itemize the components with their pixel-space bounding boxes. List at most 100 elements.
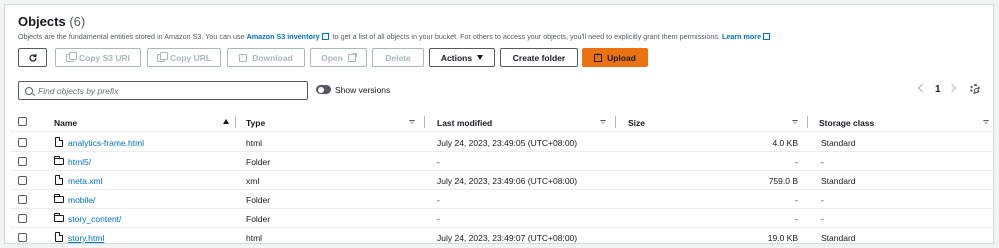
object-name-link[interactable]: meta.xml [68, 176, 102, 186]
object-name-link[interactable]: story_content/ [68, 214, 121, 224]
object-last-modified: - [437, 214, 440, 224]
inventory-link[interactable]: Amazon S3 inventory [247, 32, 320, 41]
copy-url-button[interactable]: Copy URL [147, 48, 221, 67]
object-type: html [246, 138, 263, 148]
object-size: 19.0 KB [767, 233, 798, 243]
copy-s3-uri-button[interactable]: Copy S3 URI [55, 48, 141, 67]
page-title-text: Objects [18, 14, 66, 29]
column-type[interactable]: Type [246, 118, 265, 128]
object-name-link[interactable]: analytics-frame.html [68, 138, 144, 148]
column-size[interactable]: Size [628, 118, 645, 128]
object-name-link[interactable]: story.html [68, 233, 104, 243]
copy-url-label: Copy URL [169, 52, 212, 63]
search-field[interactable] [18, 81, 308, 100]
object-storage-class: - [821, 214, 824, 224]
download-button[interactable]: Download [227, 48, 305, 67]
object-last-modified: - [437, 195, 440, 205]
show-versions-toggle[interactable] [316, 85, 331, 94]
create-folder-label: Create folder [512, 52, 566, 63]
table-header: Name Type Last modified Size Storage cla… [10, 113, 995, 132]
download-label: Download [252, 52, 293, 63]
row-checkbox[interactable] [18, 157, 27, 166]
object-last-modified: July 24, 2023, 23:49:05 (UTC+08:00) [437, 138, 578, 148]
sort-ascending-icon[interactable] [223, 119, 229, 124]
object-count: (6) [69, 14, 86, 29]
object-storage-class: - [821, 195, 824, 205]
select-all-checkbox[interactable] [18, 117, 27, 126]
object-size: - [795, 157, 798, 167]
search-input[interactable] [38, 85, 288, 96]
copy-icon [156, 51, 168, 62]
table-row[interactable]: story.html html July 24, 2023, 23:49:07 … [10, 228, 995, 247]
description: Objects are the fundamental entities sto… [18, 32, 772, 41]
external-link-icon [347, 52, 357, 62]
row-checkbox[interactable] [18, 138, 27, 147]
open-button[interactable]: Open [310, 48, 367, 67]
table-row[interactable]: analytics-frame.html html July 24, 2023,… [10, 133, 995, 152]
object-storage-class: - [821, 157, 824, 167]
page-number[interactable]: 1 [935, 84, 941, 95]
delete-button[interactable]: Delete [372, 48, 424, 67]
show-versions-label: Show versions [335, 85, 391, 95]
objects-panel: Objects (6) Objects are the fundamental … [4, 4, 995, 247]
object-storage-class: Standard [821, 176, 856, 186]
object-storage-class: Standard [821, 138, 856, 148]
object-type: xml [246, 176, 260, 186]
open-label: Open [321, 52, 343, 63]
description-text-1: Objects are the fundamental entities sto… [18, 32, 245, 41]
chevron-right-icon[interactable] [947, 83, 957, 93]
sort-icon[interactable] [983, 120, 989, 124]
table-row[interactable]: story_content/ Folder - - - [10, 209, 995, 228]
object-type: Folder [246, 214, 271, 224]
object-size: - [795, 214, 798, 224]
create-folder-button[interactable]: Create folder [500, 48, 578, 67]
download-icon [239, 52, 248, 62]
object-storage-class: Standard [821, 233, 856, 243]
upload-button[interactable]: Upload [582, 48, 648, 67]
object-name-link[interactable]: html5/ [68, 157, 91, 167]
refresh-icon [28, 53, 37, 62]
column-storage-class[interactable]: Storage class [819, 118, 874, 128]
upload-icon [594, 52, 603, 62]
chevron-left-icon[interactable] [917, 83, 927, 93]
object-last-modified: - [437, 157, 440, 167]
page-title: Objects (6) [18, 14, 85, 29]
delete-label: Delete [385, 52, 411, 63]
column-divider [615, 116, 616, 128]
row-checkbox[interactable] [18, 195, 27, 204]
object-size: 4.0 KB [772, 138, 798, 148]
object-last-modified: July 24, 2023, 23:49:07 (UTC+08:00) [437, 233, 578, 243]
object-size: - [795, 195, 798, 205]
object-size: 759.0 B [768, 176, 798, 186]
search-icon [25, 86, 33, 95]
object-type: Folder [246, 157, 271, 167]
sort-icon[interactable] [409, 120, 415, 124]
gear-icon[interactable] [970, 84, 980, 94]
sort-icon[interactable] [600, 120, 606, 124]
sort-icon[interactable] [792, 120, 798, 124]
actions-dropdown[interactable]: Actions [429, 48, 495, 67]
row-checkbox[interactable] [18, 176, 27, 185]
upload-label: Upload [607, 52, 636, 63]
external-link-icon [763, 33, 771, 40]
refresh-button[interactable] [18, 48, 47, 67]
learn-more-link[interactable]: Learn more [722, 32, 761, 41]
row-checkbox[interactable] [18, 214, 27, 223]
caret-down-icon [477, 55, 484, 60]
actions-label: Actions [440, 52, 473, 63]
file-icon [55, 137, 63, 147]
column-name[interactable]: Name [54, 118, 77, 128]
column-last-modified[interactable]: Last modified [437, 118, 492, 128]
column-divider [807, 116, 808, 128]
object-last-modified: July 24, 2023, 23:49:06 (UTC+08:00) [437, 176, 578, 186]
folder-icon [54, 194, 64, 203]
table-row[interactable]: html5/ Folder - - - [10, 152, 995, 171]
object-type: Folder [246, 195, 271, 205]
description-text-2: to get a list of all objects in your buc… [332, 32, 720, 41]
row-checkbox[interactable] [18, 233, 27, 242]
folder-icon [54, 213, 64, 222]
table-row[interactable]: mobile/ Folder - - - [10, 190, 995, 209]
object-name-link[interactable]: mobile/ [68, 195, 95, 205]
table-row[interactable]: meta.xml xml July 24, 2023, 23:49:06 (UT… [10, 171, 995, 190]
column-divider [424, 116, 425, 128]
